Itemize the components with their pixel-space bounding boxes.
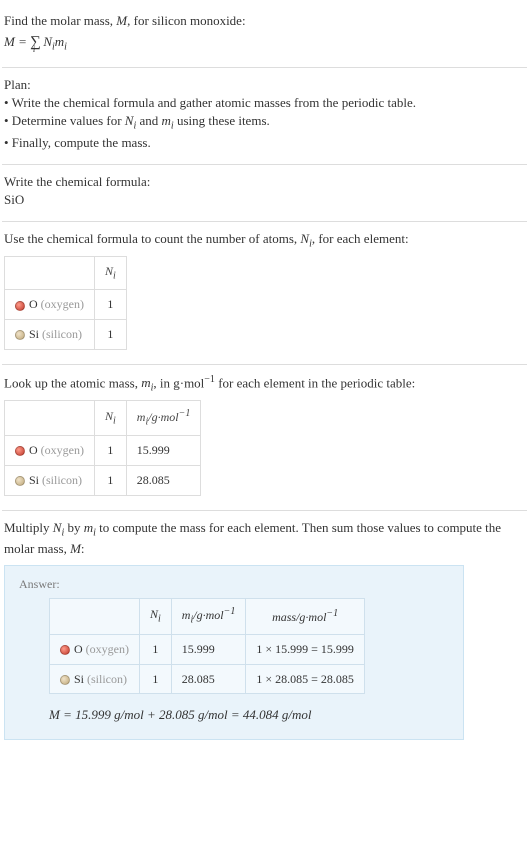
intro-section: Find the molar mass, M, for silicon mono… [2,4,527,68]
plan-section: Plan: • Write the chemical formula and g… [2,68,527,165]
final-result: M = 15.999 g/mol + 28.085 g/mol = 44.084… [49,706,449,724]
table-row: O (oxygen) 1 15.999 [5,436,201,466]
th-blank [5,400,95,435]
elem-cell: O (oxygen) [50,634,140,664]
element-dot-icon [60,675,70,685]
table-row: Si (silicon) 1 [5,320,127,350]
molar-mass-equation: M = ∑i Nimi [4,32,525,55]
table-header-row: Ni [5,256,127,289]
m-cell: 15.999 [126,436,201,466]
plan-b3: • Finally, compute the mass. [4,134,525,152]
n-cell: 1 [95,290,127,320]
intro-line1b: , for silicon monoxide: [127,13,245,28]
elem-cell: Si (silicon) [5,466,95,496]
m-cell: 28.085 [171,664,246,694]
element-dot-icon [60,645,70,655]
th-Ni: Ni [95,256,127,289]
eq-lhs: M = [4,34,30,49]
th-mi: mi/g·mol−1 [126,400,201,435]
th-blank [5,256,95,289]
n-cell: 1 [140,634,172,664]
elem-cell: O (oxygen) [5,436,95,466]
th-blank [50,599,140,634]
mass-heading: Look up the atomic mass, mi, in g·mol−1 … [4,373,525,396]
eq-mi: mi [55,34,67,49]
table-header-row: Ni mi/g·mol−1 [5,400,201,435]
var-M: M [116,13,127,28]
mass-section: Look up the atomic mass, mi, in g·mol−1 … [2,365,527,511]
th-mass: mass/g·mol−1 [246,599,365,634]
elem-cell: Si (silicon) [5,320,95,350]
count-section: Use the chemical formula to count the nu… [2,222,527,365]
calc-cell: 1 × 15.999 = 15.999 [246,634,365,664]
count-heading: Use the chemical formula to count the nu… [4,230,525,252]
element-dot-icon [15,330,25,340]
plan-b1: • Write the chemical formula and gather … [4,94,525,112]
table-row: O (oxygen) 1 [5,290,127,320]
plan-heading: Plan: [4,76,525,94]
m-cell: 28.085 [126,466,201,496]
intro-line1a: Find the molar mass, [4,13,116,28]
intro-text: Find the molar mass, M, for silicon mono… [4,12,525,30]
plan-b2: • Determine values for Ni and mi using t… [4,112,525,134]
answer-table: Ni mi/g·mol−1 mass/g·mol−1 O (oxygen) 1 … [49,598,365,694]
n-cell: 1 [95,320,127,350]
sigma-sub: i [33,44,36,54]
answer-box: Answer: Ni mi/g·mol−1 mass/g·mol−1 O (ox… [4,565,464,740]
formula-heading: Write the chemical formula: [4,173,525,191]
elem-cell: O (oxygen) [5,290,95,320]
eq-Ni: Ni [43,34,54,49]
n-cell: 1 [95,436,127,466]
formula-section: Write the chemical formula: SiO [2,165,527,222]
th-Ni: Ni [95,400,127,435]
element-dot-icon [15,301,25,311]
answer-label: Answer: [19,576,449,593]
elem-cell: Si (silicon) [50,664,140,694]
th-mi: mi/g·mol−1 [171,599,246,634]
final-heading: Multiply Ni by mi to compute the mass fo… [4,519,525,559]
sigma-icon: ∑ [30,34,41,50]
count-table: Ni O (oxygen) 1 Si (silicon) 1 [4,256,127,350]
m-cell: 15.999 [171,634,246,664]
n-cell: 1 [95,466,127,496]
table-header-row: Ni mi/g·mol−1 mass/g·mol−1 [50,599,365,634]
chemical-formula: SiO [4,191,525,209]
table-row: Si (silicon) 1 28.085 [5,466,201,496]
table-row: Si (silicon) 1 28.085 1 × 28.085 = 28.08… [50,664,365,694]
mass-table: Ni mi/g·mol−1 O (oxygen) 1 15.999 Si (si… [4,400,201,496]
table-row: O (oxygen) 1 15.999 1 × 15.999 = 15.999 [50,634,365,664]
final-section: Multiply Ni by mi to compute the mass fo… [2,511,527,752]
n-cell: 1 [140,664,172,694]
th-Ni: Ni [140,599,172,634]
element-dot-icon [15,446,25,456]
calc-cell: 1 × 28.085 = 28.085 [246,664,365,694]
element-dot-icon [15,476,25,486]
